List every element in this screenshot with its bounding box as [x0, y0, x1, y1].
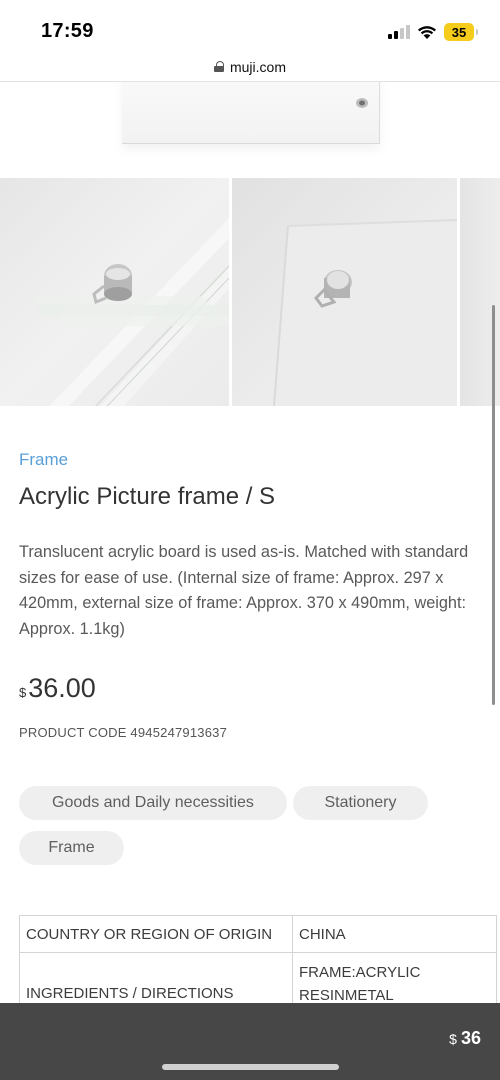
url-bar[interactable]: muji.com — [0, 52, 500, 82]
bottom-currency: $ — [449, 1031, 457, 1047]
standoff-bolt-icon — [356, 98, 368, 108]
acrylic-corner-image — [36, 218, 229, 406]
image-gallery[interactable] — [0, 178, 500, 406]
gallery-image-2[interactable] — [231, 178, 458, 406]
spec-row: COUNTRY OR REGION OF ORIGIN CHINA — [19, 915, 497, 953]
spec-value: CHINA — [292, 915, 497, 953]
bottom-amount: 36 — [460, 1028, 481, 1048]
status-time: 17:59 — [41, 20, 94, 42]
tag-stationery[interactable]: Stationery — [293, 786, 428, 820]
tag-goods-and-daily-necessities[interactable]: Goods and Daily necessities — [19, 786, 287, 820]
spec-label-text: INGREDIENTS / DIRECTIONS — [26, 985, 234, 1002]
scrollbar[interactable] — [492, 305, 495, 705]
product-main-image[interactable] — [0, 82, 500, 177]
tag-frame[interactable]: Frame — [19, 831, 124, 865]
bottom-price: $ 36 — [449, 1028, 481, 1049]
home-indicator[interactable] — [162, 1064, 339, 1070]
cellular-signal-icon — [388, 25, 410, 39]
gallery-image-1[interactable] — [0, 178, 229, 406]
url-text: muji.com — [229, 58, 286, 75]
price-amount: 36.00 — [28, 673, 96, 703]
wifi-icon — [418, 25, 436, 39]
spec-label: COUNTRY OR REGION OF ORIGIN — [19, 915, 293, 953]
category-link[interactable]: Frame — [19, 450, 68, 470]
bottom-cart-bar[interactable]: $ 36 — [0, 1003, 500, 1080]
product-code: PRODUCT CODE 4945247913637 — [19, 725, 228, 740]
frame-panel — [122, 82, 380, 144]
spec-table: COUNTRY OR REGION OF ORIGIN CHINA INGRED… — [19, 915, 497, 1013]
product-title: Acrylic Picture frame / S — [19, 483, 276, 510]
lock-icon — [213, 61, 224, 72]
product-description: Translucent acrylic board is used as-is.… — [19, 543, 469, 639]
battery-icon: 35 — [444, 23, 478, 41]
status-bar: 17:59 35 — [0, 0, 500, 52]
product-price: $ 36.00 — [19, 673, 96, 704]
status-icons: 35 — [388, 21, 478, 43]
price-currency: $ — [19, 685, 27, 700]
acrylic-edge-image — [272, 219, 458, 406]
battery-level: 35 — [451, 24, 467, 40]
